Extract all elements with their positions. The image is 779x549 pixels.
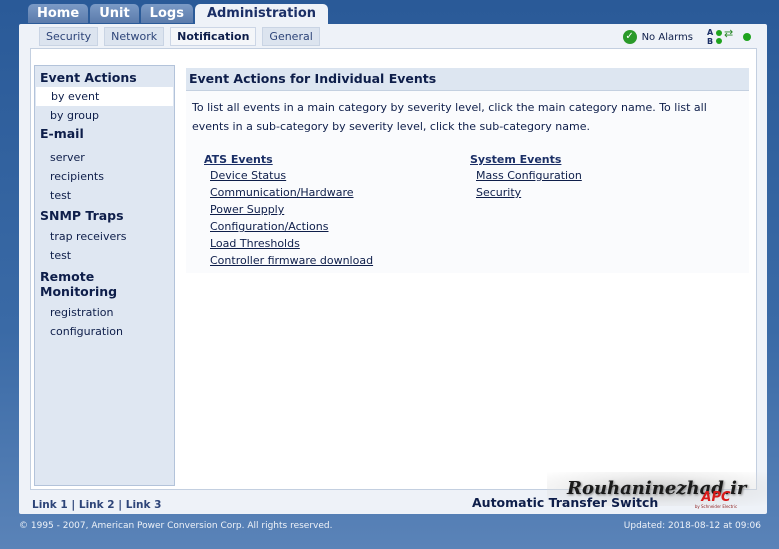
instructions-text: To list all events in a main category by…	[192, 101, 707, 133]
footer-separator: |	[71, 499, 76, 511]
source-a-label: A	[707, 28, 714, 37]
sidebar-item-server[interactable]: server	[35, 148, 174, 167]
sidebar-item-by-group[interactable]: by group	[35, 106, 174, 125]
top-nav-tabs: Home Unit Logs Administration	[28, 4, 330, 24]
content-area: Event Actions by event by group E-mail s…	[30, 48, 757, 490]
subtab-network[interactable]: Network	[104, 27, 165, 46]
apc-logo: APC by Schneider Electric	[675, 491, 757, 511]
footer-links: Link 1 | Link 2 | Link 3	[32, 499, 161, 511]
sidebar-item-email-test[interactable]: test	[35, 186, 174, 205]
sidebar-item-registration[interactable]: registration	[35, 303, 174, 322]
footer-link-3[interactable]: Link 3	[126, 499, 162, 511]
apc-logo-text: APC	[701, 490, 731, 505]
sidebar-heading-event-actions: Event Actions	[40, 70, 137, 85]
footer-link-2[interactable]: Link 2	[79, 499, 115, 511]
copyright-text: © 1995 - 2007, American Power Conversion…	[19, 521, 333, 531]
alarm-status[interactable]: ✓ No Alarms	[622, 30, 693, 44]
system-events-column: System Events Mass Configuration Securit…	[470, 152, 582, 201]
sidebar-item-configuration[interactable]: configuration	[35, 322, 174, 341]
output-dot-icon	[743, 33, 751, 41]
transfer-arrow-icon: ⇄	[724, 27, 734, 40]
subtab-general[interactable]: General	[262, 27, 320, 46]
ab-source-icon: A B ⇄	[707, 27, 753, 47]
mass-configuration-link[interactable]: Mass Configuration	[470, 167, 582, 184]
source-a-dot-icon	[716, 30, 722, 36]
system-events-link[interactable]: System Events	[470, 152, 582, 167]
sidebar-item-by-event[interactable]: by event	[36, 87, 173, 106]
configuration-actions-link[interactable]: Configuration/Actions	[204, 218, 373, 235]
main-panel: Security Network Notification General ✓ …	[19, 24, 767, 514]
alarm-text: No Alarms	[641, 31, 693, 43]
sidebar-heading-snmp-traps: SNMP Traps	[40, 208, 124, 223]
sidebar-item-recipients[interactable]: recipients	[35, 167, 174, 186]
apc-logo-tagline: by Schneider Electric	[694, 504, 738, 509]
sidebar-item-snmp-test[interactable]: test	[35, 246, 174, 265]
controller-firmware-download-link[interactable]: Controller firmware download	[204, 252, 373, 269]
tab-home[interactable]: Home	[28, 4, 89, 23]
communication-hardware-link[interactable]: Communication/Hardware	[204, 184, 373, 201]
sidebar-heading-remote: Remote	[40, 269, 95, 284]
sidebar: Event Actions by event by group E-mail s…	[34, 65, 175, 486]
event-actions-content: Event Actions for Individual Events To l…	[186, 68, 749, 273]
source-b-label: B	[707, 37, 714, 46]
tab-unit[interactable]: Unit	[90, 4, 139, 23]
source-b-dot-icon	[716, 38, 722, 44]
sidebar-heading-email: E-mail	[40, 126, 84, 141]
sidebar-heading-monitoring: Monitoring	[40, 284, 118, 299]
device-status-link[interactable]: Device Status	[204, 167, 373, 184]
tab-administration[interactable]: Administration	[194, 4, 329, 24]
footer-link-1[interactable]: Link 1	[32, 499, 68, 511]
product-name: Automatic Transfer Switch	[472, 495, 659, 510]
sub-nav-tabs: Security Network Notification General	[39, 27, 326, 46]
check-circle-icon: ✓	[622, 30, 637, 44]
page-title: Event Actions for Individual Events	[186, 68, 749, 91]
subtab-security[interactable]: Security	[39, 27, 99, 46]
subtab-notification[interactable]: Notification	[170, 27, 257, 46]
security-link[interactable]: Security	[470, 184, 582, 201]
ats-events-link[interactable]: ATS Events	[204, 152, 373, 167]
tab-logs[interactable]: Logs	[140, 4, 193, 23]
power-supply-link[interactable]: Power Supply	[204, 201, 373, 218]
load-thresholds-link[interactable]: Load Thresholds	[204, 235, 373, 252]
sidebar-item-trap-receivers[interactable]: trap receivers	[35, 227, 174, 246]
updated-timestamp: Updated: 2018-08-12 at 09:06	[623, 521, 761, 531]
ats-events-column: ATS Events Device Status Communication/H…	[204, 152, 373, 269]
footer-separator: |	[118, 499, 123, 511]
